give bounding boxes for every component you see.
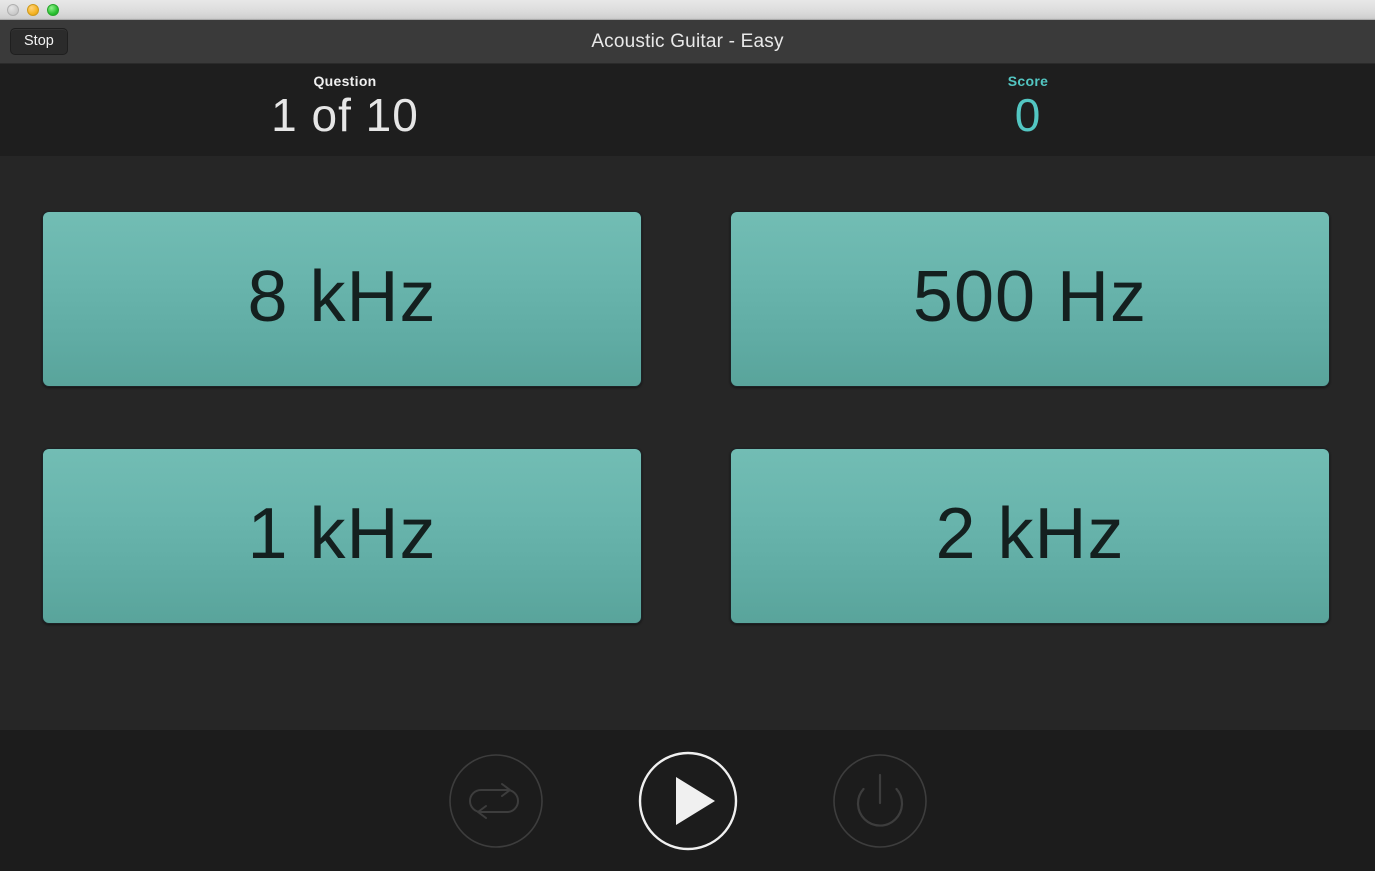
close-window-button[interactable]	[7, 4, 19, 16]
power-icon	[832, 753, 927, 848]
question-status: Question 1 of 10	[215, 73, 475, 142]
play-button[interactable]	[637, 750, 739, 852]
question-label: Question	[313, 73, 377, 89]
score-value: 0	[1014, 89, 1042, 142]
play-icon	[638, 751, 737, 850]
loop-button[interactable]	[448, 753, 544, 849]
app-window: Stop Acoustic Guitar - Easy Question 1 o…	[0, 0, 1375, 871]
answer-button-1[interactable]: 8 kHz	[42, 211, 642, 387]
answer-button-3[interactable]: 1 kHz	[42, 448, 642, 624]
transport-bar	[0, 730, 1375, 871]
app-title: Acoustic Guitar - Easy	[591, 30, 784, 52]
window-controls	[7, 4, 59, 16]
loop-icon	[448, 753, 543, 848]
answer-button-4[interactable]: 2 kHz	[730, 448, 1330, 624]
power-button[interactable]	[832, 753, 928, 849]
stop-button[interactable]: Stop	[10, 27, 68, 56]
score-status: Score 0	[898, 73, 1158, 142]
maximize-window-button[interactable]	[47, 4, 59, 16]
answers-area: 8 kHz 500 Hz 1 kHz 2 kHz	[0, 156, 1375, 730]
question-value: 1 of 10	[271, 89, 419, 142]
status-bar: Question 1 of 10 Score 0	[0, 64, 1375, 156]
answer-label: 8 kHz	[247, 257, 437, 337]
answer-grid: 8 kHz 500 Hz 1 kHz 2 kHz	[42, 211, 1331, 624]
app-toolbar: Stop Acoustic Guitar - Easy	[0, 20, 1375, 64]
os-titlebar	[0, 0, 1375, 20]
answer-button-2[interactable]: 500 Hz	[730, 211, 1330, 387]
score-label: Score	[1007, 73, 1049, 89]
answer-label: 500 Hz	[912, 257, 1148, 337]
answer-label: 1 kHz	[247, 494, 437, 574]
minimize-window-button[interactable]	[27, 4, 39, 16]
answer-label: 2 kHz	[935, 494, 1125, 574]
